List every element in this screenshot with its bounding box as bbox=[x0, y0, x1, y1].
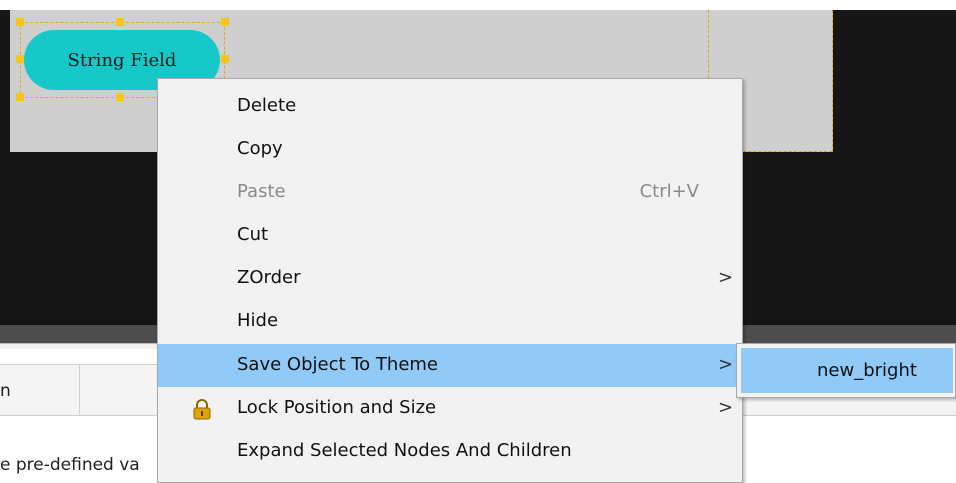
submenu-arrow-icon: > bbox=[718, 354, 734, 375]
menu-item-expand-selected-nodes[interactable]: Expand Selected Nodes And Children bbox=[158, 430, 742, 473]
resize-handle-bottom-left[interactable] bbox=[16, 93, 24, 101]
menu-item-label: Save Object To Theme bbox=[237, 354, 439, 375]
menu-item-label: Lock Position and Size bbox=[237, 397, 437, 418]
submenu-item-label: new_bright bbox=[817, 360, 917, 381]
menu-item-paste[interactable]: Paste Ctrl+V bbox=[158, 171, 742, 214]
resize-handle-bottom[interactable] bbox=[116, 93, 124, 101]
submenu-item-new-bright[interactable]: new_bright bbox=[741, 348, 953, 393]
theme-submenu: new_bright bbox=[736, 343, 956, 398]
menu-item-save-object-to-theme[interactable]: Save Object To Theme > bbox=[158, 344, 742, 387]
property-description-text: e pre-defined va bbox=[0, 455, 140, 475]
resize-handle-top-right[interactable] bbox=[221, 18, 229, 26]
context-menu: Delete Copy Paste Ctrl+V Cut ZOrder > Hi… bbox=[157, 78, 743, 483]
menu-item-label: Copy bbox=[237, 138, 283, 159]
layout-guide-right bbox=[832, 10, 833, 152]
menu-item-copy[interactable]: Copy bbox=[158, 128, 742, 171]
menu-item-label: ZOrder bbox=[237, 267, 301, 288]
menu-item-cut[interactable]: Cut bbox=[158, 214, 742, 257]
menu-item-label: Delete bbox=[237, 95, 297, 116]
menu-item-zorder[interactable]: ZOrder > bbox=[158, 257, 742, 300]
resize-handle-left[interactable] bbox=[16, 55, 24, 63]
menu-item-hide[interactable]: Hide bbox=[158, 300, 742, 343]
column-header-label: n bbox=[0, 381, 11, 401]
resize-handle-right[interactable] bbox=[221, 55, 229, 63]
menu-item-lock-position-and-size[interactable]: Lock Position and Size > bbox=[158, 387, 742, 430]
submenu-arrow-icon: > bbox=[718, 267, 734, 288]
menu-item-delete[interactable]: Delete bbox=[158, 85, 742, 128]
menu-item-label: Hide bbox=[237, 310, 279, 331]
node-label: String Field bbox=[67, 49, 177, 71]
submenu-arrow-icon: > bbox=[718, 397, 734, 418]
canvas-top-frame bbox=[0, 0, 956, 10]
menu-item-label: Paste bbox=[237, 181, 286, 202]
menu-item-label: Expand Selected Nodes And Children bbox=[237, 440, 572, 461]
column-divider[interactable] bbox=[79, 364, 80, 414]
resize-handle-top-left[interactable] bbox=[16, 18, 24, 26]
lock-icon bbox=[193, 399, 211, 420]
menu-item-shortcut: Ctrl+V bbox=[639, 181, 699, 202]
resize-handle-top[interactable] bbox=[116, 18, 124, 26]
menu-item-label: Cut bbox=[237, 224, 269, 245]
